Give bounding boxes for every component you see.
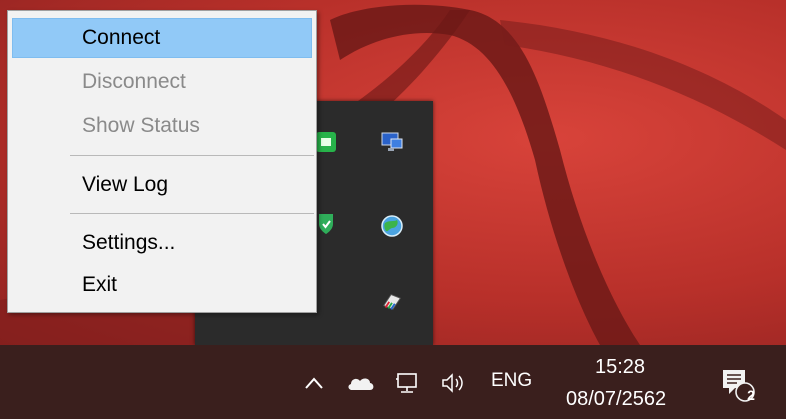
notification-count-badge: 2	[747, 387, 755, 403]
menu-item-connect[interactable]: Connect	[12, 18, 312, 58]
menu-item-settings[interactable]: Settings...	[12, 223, 312, 263]
network-icon[interactable]	[392, 370, 422, 396]
menu-item-label: View Log	[82, 173, 169, 196]
menu-item-label: Exit	[82, 273, 118, 296]
clock-time[interactable]: 15:28	[595, 356, 645, 379]
menu-item-label: Show Status	[82, 114, 200, 137]
menu-item-label: Disconnect	[82, 70, 186, 93]
menu-item-exit[interactable]: Exit	[12, 265, 312, 305]
monitor-network-icon[interactable]	[380, 130, 404, 154]
tray-context-menu: Connect Disconnect Show Status View Log …	[7, 10, 317, 313]
chevron-up-icon[interactable]	[300, 369, 328, 397]
menu-separator	[70, 213, 314, 214]
volume-icon[interactable]	[438, 370, 470, 396]
usb-device-icon[interactable]	[380, 289, 404, 313]
security-shield-icon[interactable]	[314, 212, 338, 236]
onedrive-cloud-icon[interactable]	[344, 371, 378, 395]
vpn-app-icon[interactable]	[314, 130, 338, 154]
menu-item-label: Connect	[82, 26, 161, 49]
menu-item-disconnect[interactable]: Disconnect	[12, 62, 312, 102]
globe-app-icon[interactable]	[380, 214, 404, 238]
menu-item-show-status[interactable]: Show Status	[12, 106, 312, 146]
menu-separator	[70, 155, 314, 156]
language-indicator[interactable]: ENG	[491, 370, 532, 392]
taskbar: ENG 15:28 08/07/2562 2	[0, 345, 786, 419]
clock-date[interactable]: 08/07/2562	[566, 388, 666, 411]
action-center-icon[interactable]: 2	[713, 362, 761, 406]
menu-item-view-log[interactable]: View Log	[12, 165, 312, 205]
menu-item-label: Settings...	[82, 231, 176, 254]
